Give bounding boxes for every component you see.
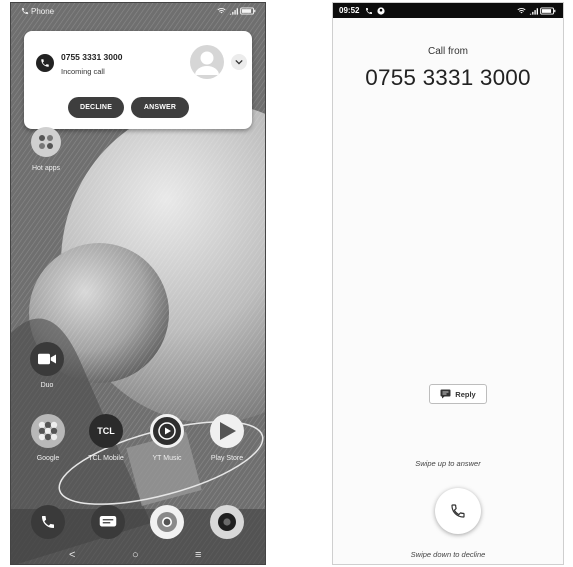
messages-dock-app[interactable]	[91, 505, 125, 539]
phone-icon	[36, 54, 54, 72]
apps-grid-icon	[39, 135, 53, 149]
yt-music-app[interactable]	[150, 414, 184, 448]
incoming-call-notification[interactable]: 0755 3331 3000 Incoming call DECLINE ANS…	[24, 31, 252, 129]
home-screen-phone: Phone 0755 3331 3000 Incoming call DECLI…	[10, 2, 266, 565]
status-bar: 09:52	[333, 3, 563, 18]
signal-icon	[227, 6, 239, 16]
phone-dock-app[interactable]	[31, 505, 65, 539]
phone-icon	[19, 6, 31, 16]
battery-icon	[239, 6, 257, 16]
caller-number: 0755 3331 3000	[365, 65, 531, 90]
recents-button[interactable]: ≡	[195, 549, 201, 561]
phone-icon	[451, 504, 465, 518]
play-store-icon	[220, 422, 236, 440]
chevron-down-icon[interactable]	[231, 54, 247, 70]
signal-icon	[527, 6, 539, 16]
phone-icon	[42, 516, 54, 528]
call-from-label: Call from	[427, 46, 468, 57]
reply-button[interactable]: Reply	[429, 384, 487, 404]
status-app-label: Phone	[31, 6, 55, 16]
tcl-mobile-label: TCL Mobile	[88, 455, 124, 462]
hot-apps-folder[interactable]	[31, 127, 61, 157]
answer-button[interactable]: ANSWER	[131, 97, 189, 118]
swipe-up-hint: Swipe up to answer	[415, 459, 481, 468]
google-label: Google	[36, 455, 60, 462]
battery-icon	[539, 6, 557, 16]
hot-apps-label: Hot apps	[31, 165, 61, 172]
tcl-logo-text: TCL	[97, 426, 115, 436]
wifi-icon	[515, 6, 527, 16]
phone-icon	[363, 6, 375, 16]
chrome-icon	[157, 512, 177, 532]
status-bar: Phone	[11, 3, 265, 19]
back-button[interactable]: <	[69, 549, 75, 561]
duo-app[interactable]	[30, 342, 64, 376]
camera-dock-app[interactable]	[210, 505, 244, 539]
account-icon	[375, 6, 387, 16]
reply-label: Reply	[455, 389, 476, 399]
message-icon	[440, 389, 451, 399]
tcl-mobile-app[interactable]: TCL	[89, 414, 123, 448]
decline-button[interactable]: DECLINE	[68, 97, 124, 118]
google-folder[interactable]	[31, 414, 65, 448]
status-time: 09:52	[339, 6, 360, 15]
messages-icon	[99, 516, 117, 527]
answer-swipe-button[interactable]	[435, 488, 481, 534]
camera-icon	[218, 513, 236, 531]
wifi-icon	[215, 6, 227, 16]
incoming-call-screen: 09:52 Call from 0755 3331 3000 Reply Swi…	[332, 2, 564, 565]
google-apps-icon	[38, 421, 58, 441]
yt-music-label: YT Music	[152, 455, 182, 462]
duo-label: Duo	[40, 382, 54, 389]
caller-number: 0755 3331 3000	[61, 52, 123, 62]
play-store-app[interactable]	[210, 414, 244, 448]
play-store-label: Play Store	[210, 455, 244, 462]
avatar-icon	[190, 45, 224, 79]
chrome-dock-app[interactable]	[150, 505, 184, 539]
home-button[interactable]: ○	[132, 549, 139, 561]
swipe-down-hint: Swipe down to decline	[410, 550, 486, 559]
video-camera-icon	[38, 353, 56, 365]
notification-subtitle: Incoming call	[61, 67, 105, 76]
yt-music-icon	[158, 422, 176, 440]
